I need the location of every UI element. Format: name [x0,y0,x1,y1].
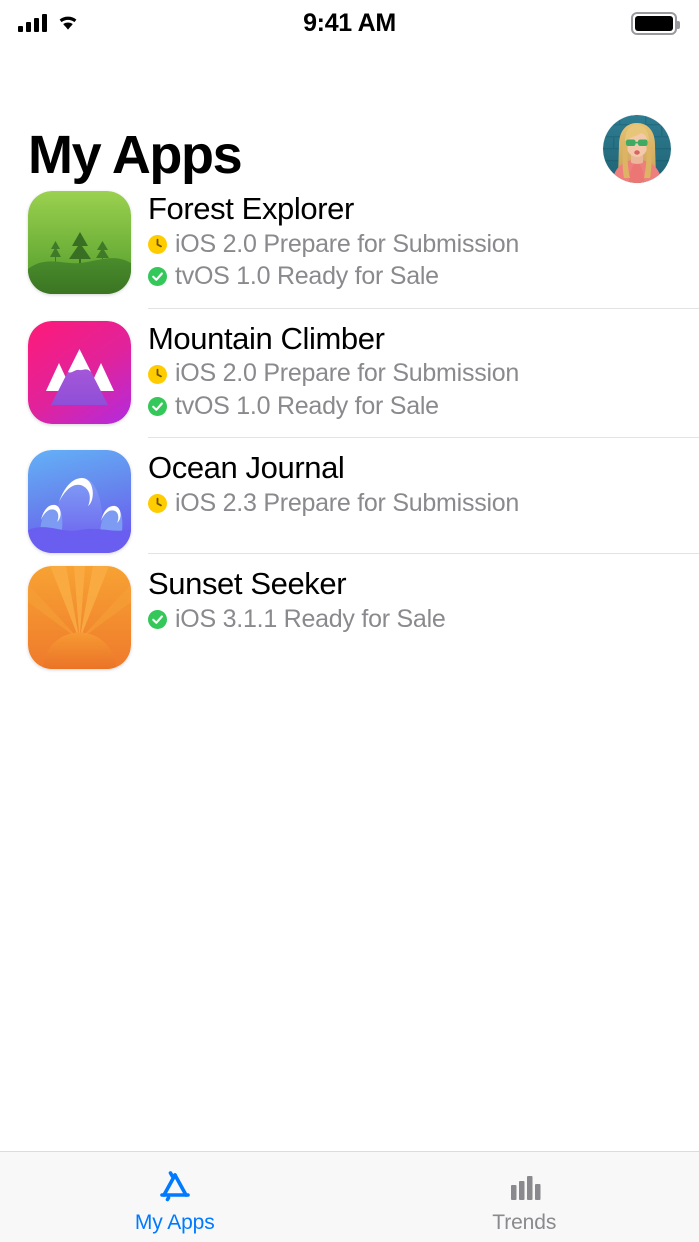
app-name: Mountain Climber [148,322,699,357]
app-status-text: iOS 2.3 Prepare for Submission [175,489,519,519]
tab-label: My Apps [135,1212,215,1233]
prepare-for-submission-icon [148,494,167,513]
status-bar: 9:41 AM [0,0,699,46]
app-info: Sunset Seeker iOS 3.1.1 Ready for Sale [148,553,699,655]
list-item[interactable]: Sunset Seeker iOS 3.1.1 Ready for Sale [0,553,699,669]
app-status-text: iOS 2.0 Prepare for Submission [175,359,519,389]
page-title: My Apps [28,106,241,182]
app-name: Sunset Seeker [148,567,699,602]
app-info: Forest Explorer iOS 2.0 Prepare for Subm… [148,178,699,308]
app-status-row: tvOS 1.0 Ready for Sale [148,392,699,422]
app-status-text: iOS 3.1.1 Ready for Sale [175,605,446,635]
app-status-text: tvOS 1.0 Ready for Sale [175,262,439,292]
app-status-text: tvOS 1.0 Ready for Sale [175,392,439,422]
ready-for-sale-icon [148,397,167,416]
tab-bar: My Apps Trends [0,1151,699,1242]
user-avatar[interactable] [603,115,671,183]
app-list: Forest Explorer iOS 2.0 Prepare for Subm… [0,178,699,1151]
list-item[interactable]: Mountain Climber iOS 2.0 Prepare for Sub… [0,308,699,438]
list-item[interactable]: Ocean Journal iOS 2.3 Prepare for Submis… [0,437,699,553]
tab-label: Trends [492,1212,556,1233]
app-screen: 9:41 AM My Apps [0,0,699,1242]
prepare-for-submission-icon [148,235,167,254]
battery-full-icon [631,12,677,35]
bar-chart-icon [502,1168,546,1208]
app-store-icon [153,1168,197,1208]
tab-my-apps[interactable]: My Apps [0,1152,350,1242]
wifi-icon [56,14,80,32]
app-name: Ocean Journal [148,451,699,486]
status-bar-time: 9:41 AM [0,0,699,46]
status-bar-left [18,14,80,32]
app-status-row: iOS 2.0 Prepare for Submission [148,230,699,260]
ready-for-sale-icon [148,267,167,286]
app-status-row: iOS 2.3 Prepare for Submission [148,489,699,519]
app-status-row: tvOS 1.0 Ready for Sale [148,262,699,292]
app-name: Forest Explorer [148,192,699,227]
battery-fill [635,16,673,31]
page-header: My Apps [0,46,699,178]
app-status-row: iOS 3.1.1 Ready for Sale [148,605,699,635]
app-info: Mountain Climber iOS 2.0 Prepare for Sub… [148,308,699,438]
app-status-row: iOS 2.0 Prepare for Submission [148,359,699,389]
mountain-app-icon [28,321,131,424]
cellular-signal-icon [18,14,47,32]
prepare-for-submission-icon [148,365,167,384]
tab-trends[interactable]: Trends [350,1152,699,1242]
forest-app-icon [28,191,131,294]
ocean-app-icon [28,450,131,553]
list-item[interactable]: Forest Explorer iOS 2.0 Prepare for Subm… [0,178,699,308]
app-status-text: iOS 2.0 Prepare for Submission [175,230,519,260]
ready-for-sale-icon [148,610,167,629]
app-info: Ocean Journal iOS 2.3 Prepare for Submis… [148,437,699,539]
sunset-app-icon [28,566,131,669]
